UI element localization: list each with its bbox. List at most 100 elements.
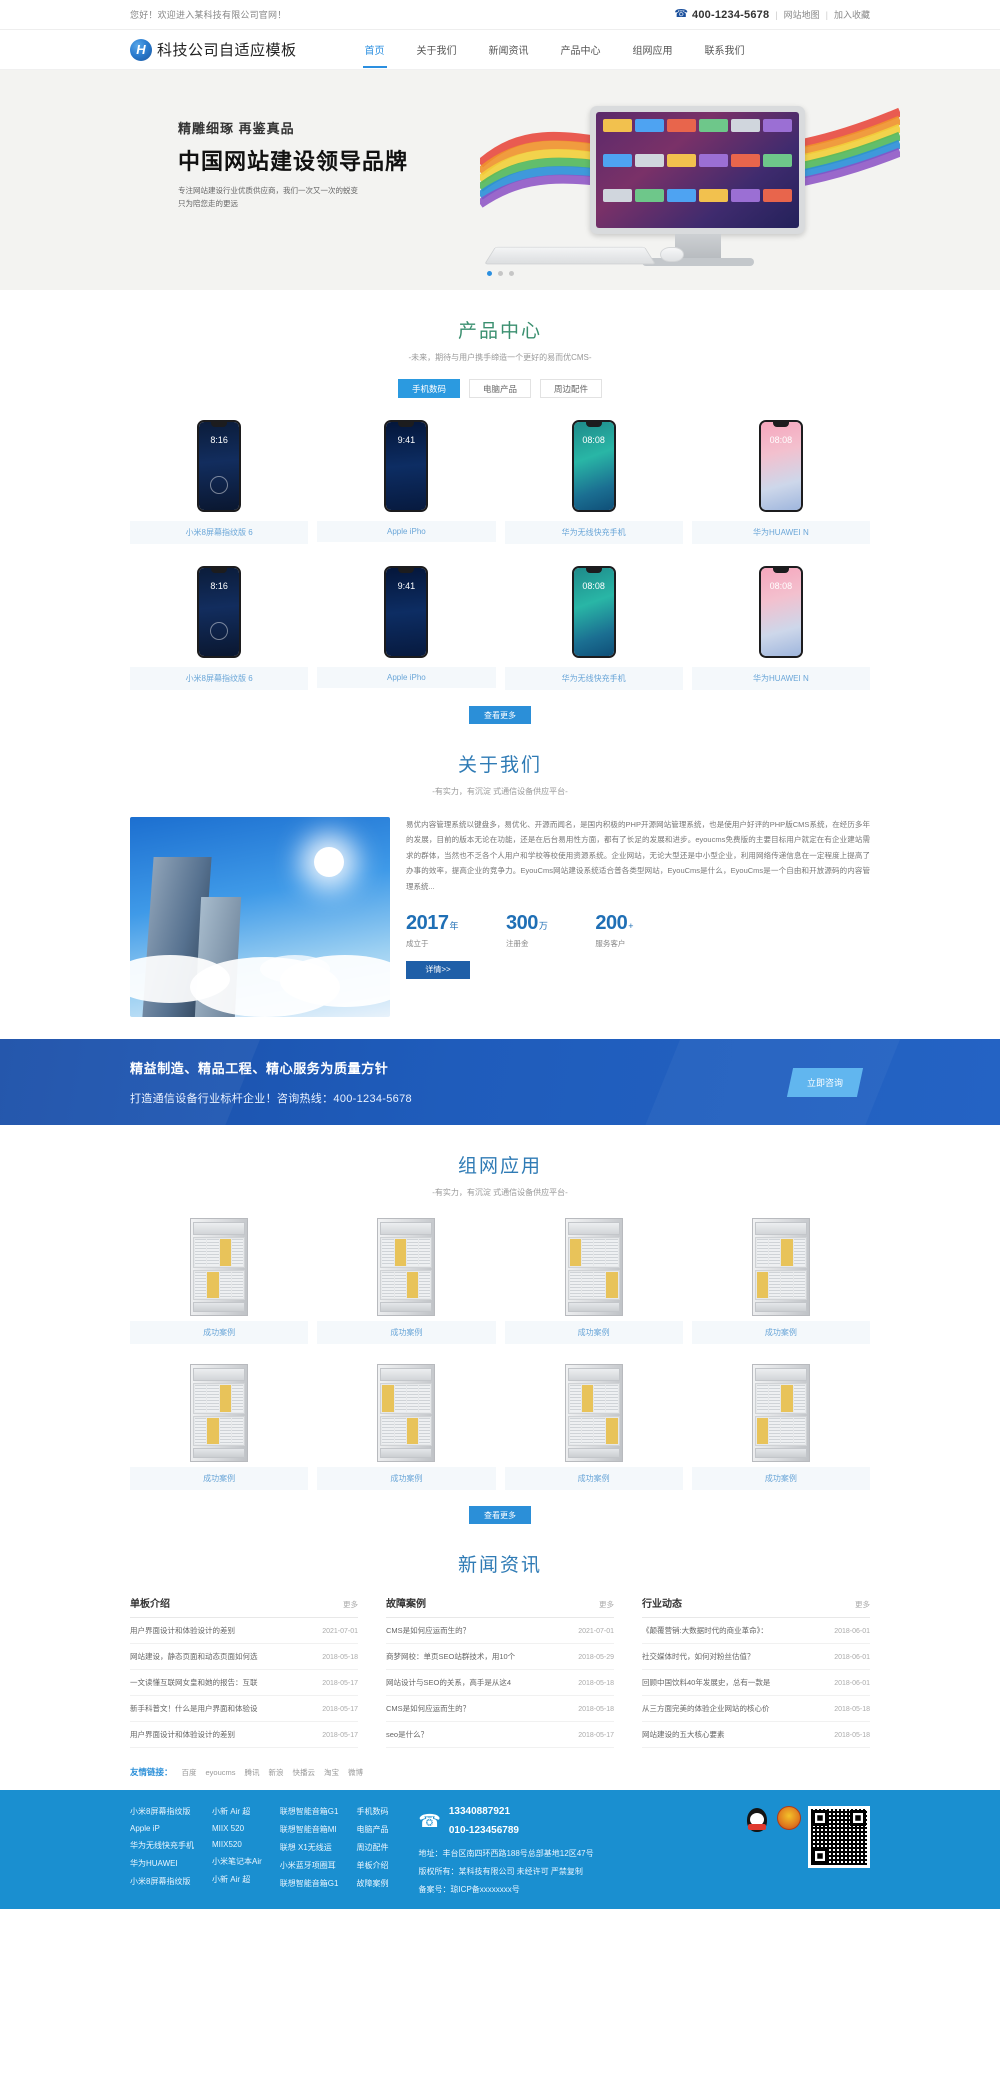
friend-link[interactable]: 微博: [348, 1767, 363, 1778]
news-item[interactable]: 社交媒体时代，如何对粉丝估值？ 2018-06-01: [642, 1644, 870, 1670]
friend-link[interactable]: 快播云: [293, 1767, 316, 1778]
banner-dot-3[interactable]: [508, 271, 514, 276]
news-item[interactable]: CMS是如何应运而生的？ 2018-05-18: [386, 1696, 614, 1722]
case-card[interactable]: 成功案例: [317, 1212, 496, 1344]
nav-item-contact[interactable]: 联系我们: [699, 38, 751, 61]
footer-link[interactable]: 单板介绍: [356, 1860, 388, 1871]
products-more-button[interactable]: 查看更多: [469, 706, 531, 724]
news-more-link[interactable]: 更多: [599, 1599, 614, 1610]
separator: |: [775, 9, 778, 20]
news-item[interactable]: 回顾中国饮料40年发展史，总有一款是 2018-06-01: [642, 1670, 870, 1696]
tab-computer[interactable]: 电脑产品: [469, 379, 531, 398]
news-item[interactable]: 用户界面设计和体验设计的差别 2018-05-17: [130, 1722, 358, 1748]
tab-accessories[interactable]: 周边配件: [540, 379, 602, 398]
welcome-text: 您好！欢迎进入某科技有限公司官网！: [130, 10, 287, 20]
footer-link[interactable]: 联想 X1无线运: [280, 1842, 339, 1853]
product-card[interactable]: 08:08 华为HUAWEI N: [691, 558, 870, 690]
about-paragraph: 易优内容管理系统以键盘多，易优化、开源而闻名，是国内积极的PHP开源网站管理系统…: [406, 820, 870, 891]
case-card[interactable]: 成功案例: [691, 1212, 870, 1344]
friend-link[interactable]: eyoucms: [206, 1768, 236, 1777]
banner-dot-2[interactable]: [497, 271, 503, 276]
footer-link[interactable]: 联想智能音箱MI: [280, 1824, 339, 1835]
friend-link[interactable]: 腾讯: [245, 1767, 260, 1778]
news-item[interactable]: 一文读懂互联网女皇和她的报告：互联 2018-05-17: [130, 1670, 358, 1696]
news-more-link[interactable]: 更多: [343, 1599, 358, 1610]
product-card[interactable]: 08:08 华为无线快充手机: [504, 412, 683, 544]
news-item[interactable]: 用户界面设计和体验设计的差别 2021-07-01: [130, 1618, 358, 1644]
nav-item-products[interactable]: 产品中心: [555, 38, 607, 61]
footer-link[interactable]: MIIX 520: [212, 1824, 262, 1833]
product-card[interactable]: 8:16 小米8屏幕指纹版 6: [130, 558, 309, 690]
hero-title: 中国网站建设领导品牌: [178, 149, 409, 174]
footer-icp: 备案号：琼ICP备xxxxxxxx号: [418, 1885, 520, 1894]
case-card[interactable]: 成功案例: [130, 1358, 309, 1490]
tab-mobile-digital[interactable]: 手机数码: [398, 379, 460, 398]
footer-link[interactable]: 小米8屏幕指纹版: [130, 1876, 194, 1887]
product-image: 8:16: [130, 558, 309, 666]
footer-link[interactable]: 小新 Air 超: [212, 1806, 262, 1817]
case-card[interactable]: 成功案例: [691, 1358, 870, 1490]
case-card[interactable]: 成功案例: [504, 1212, 683, 1344]
case-card[interactable]: 成功案例: [504, 1358, 683, 1490]
gov-seal-icon[interactable]: [776, 1806, 802, 1838]
news-item[interactable]: CMS是如何应运而生的？ 2021-07-01: [386, 1618, 614, 1644]
qq-icon[interactable]: [744, 1806, 770, 1838]
news-item[interactable]: 网站建设，静态页面和动态页面如何选 2018-05-18: [130, 1644, 358, 1670]
nav-item-news[interactable]: 新闻资讯: [483, 38, 535, 61]
footer-link[interactable]: MIIX520: [212, 1840, 262, 1849]
news-item-title: CMS是如何应运而生的？: [386, 1704, 471, 1713]
case-card[interactable]: 成功案例: [317, 1358, 496, 1490]
footer-link[interactable]: Apple iP: [130, 1824, 194, 1833]
case-card[interactable]: 成功案例: [130, 1212, 309, 1344]
nav-item-network[interactable]: 组网应用: [627, 38, 679, 61]
footer-link[interactable]: 联想智能音箱G1: [280, 1806, 339, 1817]
friend-link[interactable]: 新浪: [269, 1767, 284, 1778]
news-item[interactable]: 网站建设的五大核心要素 2018-05-18: [642, 1722, 870, 1748]
footer-link[interactable]: 华为HUAWEI: [130, 1858, 194, 1869]
news-item[interactable]: 《颠覆营销:大数据时代的商业革命》： 2018-06-01: [642, 1618, 870, 1644]
case-image: [317, 1358, 496, 1466]
footer-link[interactable]: 小米蓝牙项圈耳: [280, 1860, 339, 1871]
product-card[interactable]: 08:08 华为HUAWEI N: [691, 412, 870, 544]
news-more-link[interactable]: 更多: [855, 1599, 870, 1610]
phone-icon: 8:16: [197, 420, 242, 512]
footer-link[interactable]: 周边配件: [356, 1842, 388, 1853]
news-item[interactable]: 新手科普文！什么是用户界面和体验设 2018-05-17: [130, 1696, 358, 1722]
news-item[interactable]: seo是什么？ 2018-05-17: [386, 1722, 614, 1748]
footer-link[interactable]: 故障案例: [356, 1878, 388, 1889]
product-card[interactable]: 8:16 小米8屏幕指纹版 6: [130, 412, 309, 544]
about-stats: 2017年 成立于 300万 注册金 200+ 服务客户: [406, 912, 870, 949]
footer-link[interactable]: 小米笔记本Air: [212, 1856, 262, 1867]
friend-link[interactable]: 淘宝: [324, 1767, 339, 1778]
product-card[interactable]: 9:41 Apple iPho: [317, 558, 496, 690]
network-more-button[interactable]: 查看更多: [469, 1506, 531, 1524]
product-card[interactable]: 9:41 Apple iPho: [317, 412, 496, 544]
cta-consult-button[interactable]: 立即咨询: [786, 1067, 864, 1097]
banner-pagination[interactable]: [130, 271, 870, 276]
footer-link[interactable]: 手机数码: [356, 1806, 388, 1817]
footer-link-columns: 小米8屏幕指纹版 Apple iP 华为无线快充手机 华为HUAWEI 小米8屏…: [130, 1806, 388, 1889]
news-item[interactable]: 网站设计与SEO的关系，高手是从这4 2018-05-18: [386, 1670, 614, 1696]
nav-item-home[interactable]: 首页: [359, 38, 391, 68]
stat-item-customers: 200+ 服务客户: [595, 912, 633, 949]
about-detail-button[interactable]: 详情>>: [406, 960, 470, 979]
footer-link[interactable]: 电脑产品: [356, 1824, 388, 1835]
product-card[interactable]: 08:08 华为无线快充手机: [504, 558, 683, 690]
logo[interactable]: H 科技公司自适应模板: [130, 38, 297, 61]
add-favorite-link[interactable]: 加入收藏: [834, 8, 870, 21]
qr-code: [808, 1806, 870, 1868]
footer-link[interactable]: 小米8屏幕指纹版: [130, 1806, 194, 1817]
server-rack-icon: [751, 1364, 810, 1462]
friend-link[interactable]: 百度: [182, 1767, 197, 1778]
banner-dot-1[interactable]: [486, 271, 492, 276]
hero-text-block: 精雕细琢 再鉴真品 中国网站建设领导品牌 专注网站建设行业优质供应商，我们一次又…: [178, 118, 408, 211]
sitemap-link[interactable]: 网站地图: [784, 8, 820, 21]
footer-link[interactable]: 小新 Air 超: [212, 1874, 262, 1885]
news-item[interactable]: 商梦网校：单页SEO站群技术，用10个 2018-05-29: [386, 1644, 614, 1670]
footer-link[interactable]: 联想智能音箱G1: [280, 1878, 339, 1889]
cta-headline: 精益制造、精品工程、精心服务为质量方针: [130, 1061, 389, 1076]
news-column-industry: 行业动态 更多 《颠覆营销:大数据时代的商业革命》： 2018-06-01 社交媒…: [642, 1595, 870, 1748]
news-item[interactable]: 从三方面完美的体验企业网站的核心价 2018-05-18: [642, 1696, 870, 1722]
nav-item-about[interactable]: 关于我们: [411, 38, 463, 61]
footer-link[interactable]: 华为无线快充手机: [130, 1840, 194, 1851]
